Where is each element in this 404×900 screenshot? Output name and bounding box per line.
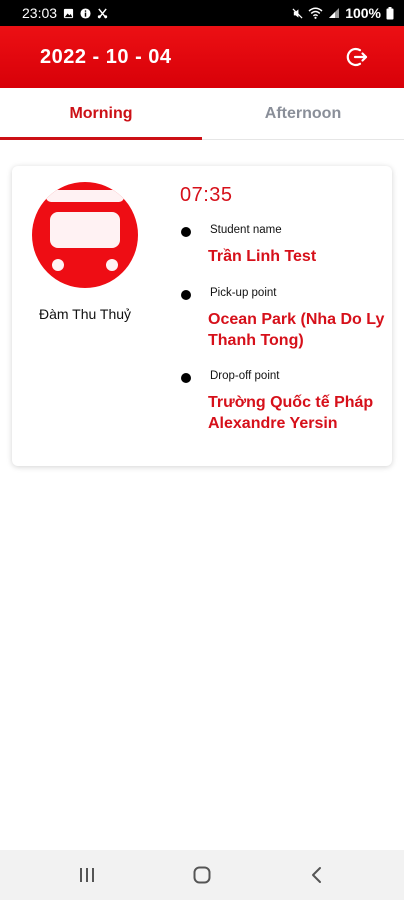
trip-card[interactable]: Đàm Thu Thuỷ 07:35 Student name Trần Lin… — [12, 166, 392, 466]
home-icon — [193, 866, 211, 884]
pickup-row: Pick-up point Ocean Park (Nha Do Ly Than… — [180, 285, 392, 355]
student-name-value: Trần Linh Test — [208, 248, 317, 265]
trip-time: 07:35 — [180, 184, 233, 206]
status-time: 23:03 — [22, 5, 58, 21]
driver-name: Đàm Thu Thuỷ — [38, 306, 132, 322]
dropoff-value: Trường Quốc tế Pháp Alexandre Yersin — [208, 394, 374, 432]
bullet-icon — [181, 290, 191, 300]
back-button[interactable] — [297, 855, 337, 895]
mute-icon — [292, 7, 303, 19]
dropoff-row: Drop-off point Trường Quốc tế Pháp Alexa… — [180, 368, 392, 438]
tab-morning[interactable]: Morning — [0, 88, 202, 140]
tab-afternoon[interactable]: Afternoon — [202, 88, 404, 139]
student-name-label: Student name — [210, 224, 282, 236]
recents-button[interactable] — [67, 855, 107, 895]
page-title-date: 2022 - 10 - 04 — [40, 45, 172, 68]
home-button[interactable] — [182, 855, 222, 895]
signal-icon — [329, 8, 340, 18]
scissors-icon — [97, 7, 108, 19]
train-icon — [46, 190, 124, 271]
pickup-value: Ocean Park (Nha Do Ly Thanh Tong) — [208, 311, 385, 349]
image-icon — [63, 8, 74, 18]
status-left: 23:03 — [22, 5, 108, 21]
driver-avatar — [32, 182, 138, 288]
logout-icon — [346, 47, 368, 67]
pickup-label: Pick-up point — [210, 287, 277, 299]
battery-icon — [386, 6, 394, 19]
wifi-icon — [308, 7, 323, 19]
info-icon — [80, 7, 91, 19]
status-bar: 23:03 100% — [0, 0, 404, 26]
system-nav-bar — [0, 850, 404, 900]
bullet-icon — [181, 373, 191, 383]
back-icon — [311, 867, 321, 883]
status-right: 100% — [292, 5, 394, 21]
recents-icon — [80, 868, 95, 882]
logout-button[interactable] — [344, 44, 370, 70]
student-name-row: Student name Trần Linh Test — [180, 222, 392, 272]
bullet-icon — [181, 227, 191, 237]
battery-text: 100% — [345, 5, 381, 21]
dropoff-label: Drop-off point — [210, 370, 280, 382]
tab-bar: Morning Afternoon — [0, 88, 404, 140]
app-bar: 2022 - 10 - 04 — [0, 26, 404, 88]
